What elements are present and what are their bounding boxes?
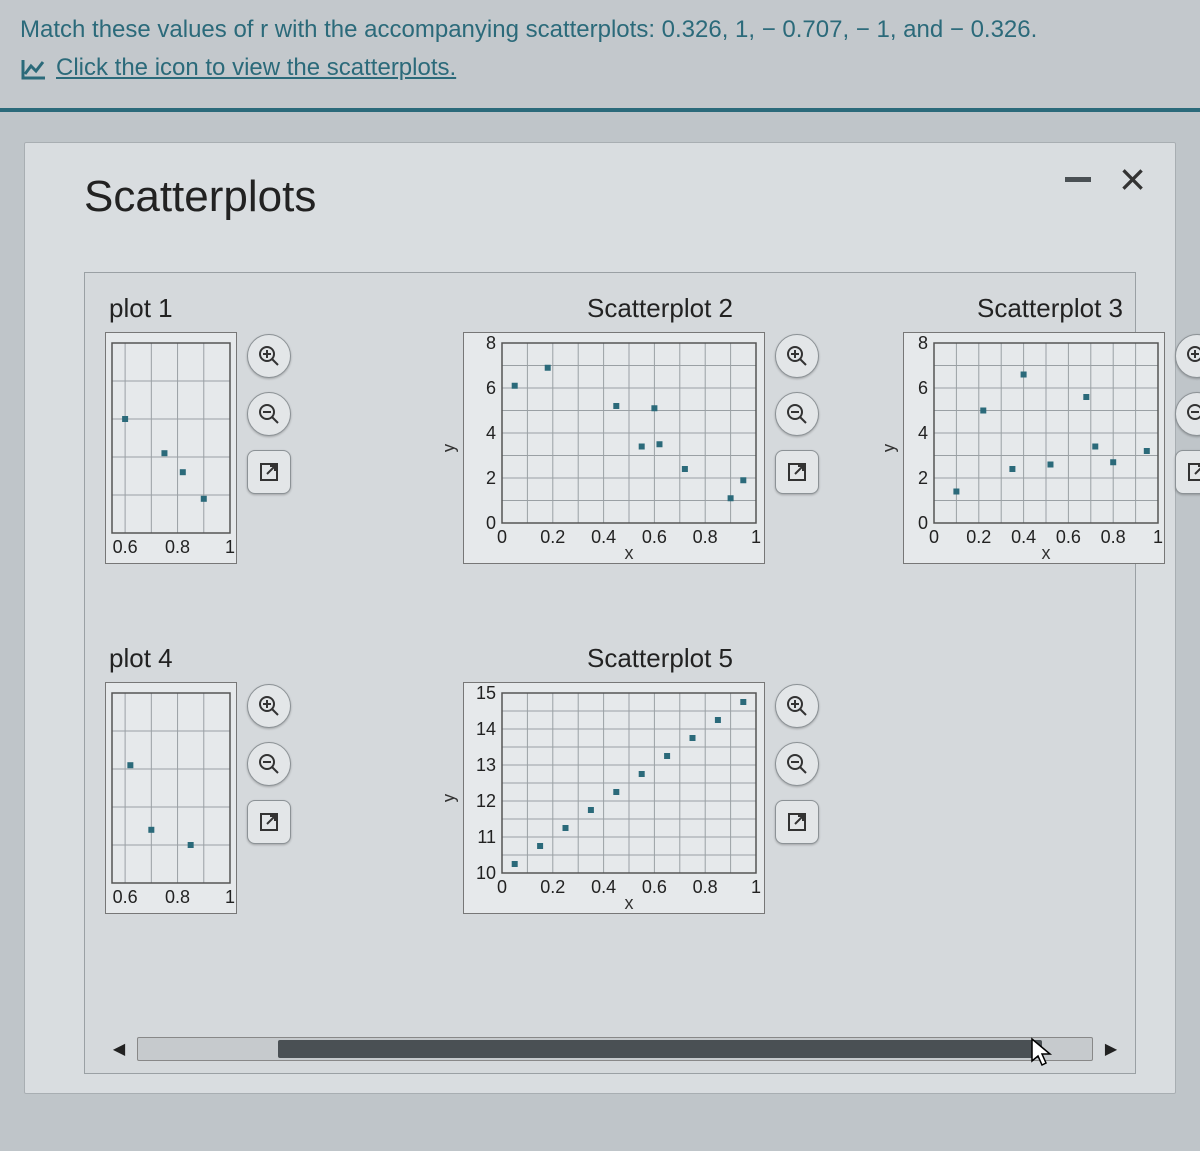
plot-2-ylabel: y (445, 443, 458, 452)
svg-text:1: 1 (751, 877, 761, 897)
svg-text:0.8: 0.8 (693, 527, 718, 547)
svg-text:0.6: 0.6 (642, 527, 667, 547)
svg-text:0.8: 0.8 (165, 537, 190, 557)
close-button[interactable]: × (1119, 168, 1146, 191)
zoom-in-button[interactable] (1175, 334, 1200, 378)
view-scatterplots-label: Click the icon to view the scatterplots. (56, 52, 456, 84)
scroll-right-arrow[interactable]: ▶ (1097, 1035, 1125, 1063)
svg-text:0.6: 0.6 (1056, 527, 1081, 547)
popout-button[interactable] (247, 450, 291, 494)
plot-2-title: Scatterplot 2 (445, 293, 875, 324)
svg-text:0.8: 0.8 (165, 887, 190, 907)
svg-text:12: 12 (476, 791, 496, 811)
svg-text:4: 4 (918, 423, 928, 443)
plot-3-title: Scatterplot 3 (885, 293, 1200, 324)
svg-text:0.4: 0.4 (1011, 527, 1036, 547)
plot-3-chart: 0 0.2 0.4 0.6 0.8 1 0 2 4 6 8 x (903, 332, 1165, 564)
svg-text:0: 0 (497, 877, 507, 897)
svg-text:0: 0 (497, 527, 507, 547)
svg-text:0.4: 0.4 (591, 877, 616, 897)
view-scatterplots-link[interactable]: Click the icon to view the scatterplots. (20, 52, 456, 84)
svg-text:10: 10 (476, 863, 496, 883)
zoom-in-button[interactable] (775, 334, 819, 378)
svg-text:0.4: 0.4 (591, 527, 616, 547)
modal-title: Scatterplots (84, 172, 316, 222)
scroll-thumb[interactable] (278, 1040, 1042, 1058)
zoom-in-button[interactable] (247, 334, 291, 378)
svg-text:1: 1 (751, 527, 761, 547)
svg-text:0: 0 (486, 513, 496, 533)
plot-5-ylabel: y (445, 793, 458, 802)
svg-text:1: 1 (225, 537, 235, 557)
zoom-in-button[interactable] (247, 684, 291, 728)
plot-1-cell: plot 1 0.6 0.8 1 (105, 293, 435, 643)
plot-4-cell: plot 4 0.6 0.8 1 (105, 643, 435, 993)
plot-5-chart: 0 0.2 0.4 0.6 0.8 1 10 11 12 13 14 15 x (463, 682, 765, 914)
plot-3-cell: Scatterplot 3 y 0 0.2 0.4 0.6 0.8 1 0 2 4 6 8 x (885, 293, 1200, 643)
zoom-in-button[interactable] (775, 684, 819, 728)
question-bar: Match these values of r with the accompa… (0, 0, 1200, 112)
svg-text:0: 0 (918, 513, 928, 533)
plot-4-chart: 0.6 0.8 1 (105, 682, 237, 914)
scroll-left-arrow[interactable]: ◀ (105, 1035, 133, 1063)
svg-text:1: 1 (1153, 527, 1163, 547)
scroll-track[interactable] (137, 1037, 1093, 1061)
popout-button[interactable] (775, 800, 819, 844)
svg-text:0.6: 0.6 (113, 537, 138, 557)
plot-1-title: plot 1 (105, 293, 435, 324)
svg-text:8: 8 (486, 333, 496, 353)
svg-text:0: 0 (929, 527, 939, 547)
svg-text:x: x (625, 893, 634, 913)
plot-3-ylabel: y (885, 443, 898, 452)
popout-button[interactable] (775, 450, 819, 494)
svg-text:1: 1 (225, 887, 235, 907)
horizontal-scrollbar[interactable]: ◀ ▶ (105, 1035, 1125, 1063)
svg-text:0.8: 0.8 (1101, 527, 1126, 547)
svg-text:4: 4 (486, 423, 496, 443)
svg-text:6: 6 (918, 378, 928, 398)
plot-4-title: plot 4 (105, 643, 435, 674)
question-text: Match these values of r with the accompa… (20, 14, 1180, 46)
svg-text:15: 15 (476, 683, 496, 703)
zoom-out-button[interactable] (1175, 392, 1200, 436)
svg-text:0.8: 0.8 (693, 877, 718, 897)
svg-text:6: 6 (486, 378, 496, 398)
svg-text:13: 13 (476, 755, 496, 775)
svg-text:2: 2 (486, 468, 496, 488)
popout-button[interactable] (247, 800, 291, 844)
scatterplots-modal: Scatterplots × plot 1 0.6 0.8 1 (24, 142, 1176, 1094)
popout-button[interactable] (1175, 450, 1200, 494)
plot-2-chart: 0 0.2 0.4 0.6 0.8 1 0 2 4 6 8 x (463, 332, 765, 564)
svg-text:0.2: 0.2 (540, 877, 565, 897)
svg-text:0.2: 0.2 (540, 527, 565, 547)
svg-text:2: 2 (918, 468, 928, 488)
chart-line-icon (20, 57, 48, 81)
svg-text:0.6: 0.6 (642, 877, 667, 897)
zoom-out-button[interactable] (775, 392, 819, 436)
plots-panel: plot 1 0.6 0.8 1 Scatterplot 2 (84, 272, 1136, 1074)
svg-text:0.2: 0.2 (966, 527, 991, 547)
minimize-button[interactable] (1065, 177, 1091, 182)
svg-text:x: x (1042, 543, 1051, 563)
svg-text:14: 14 (476, 719, 496, 739)
plot-2-cell: Scatterplot 2 y 0 0.2 0.4 0.6 0.8 1 0 2 4 6 8 x (445, 293, 875, 643)
svg-text:11: 11 (477, 827, 496, 847)
zoom-out-button[interactable] (247, 742, 291, 786)
svg-text:0.6: 0.6 (113, 887, 138, 907)
plot-5-title: Scatterplot 5 (445, 643, 875, 674)
zoom-out-button[interactable] (247, 392, 291, 436)
svg-text:8: 8 (918, 333, 928, 353)
plot-1-chart: 0.6 0.8 1 (105, 332, 237, 564)
plot-5-cell: Scatterplot 5 y 0 0.2 0.4 0.6 0.8 1 10 11 12 13 14… (445, 643, 875, 993)
svg-text:x: x (625, 543, 634, 563)
zoom-out-button[interactable] (775, 742, 819, 786)
